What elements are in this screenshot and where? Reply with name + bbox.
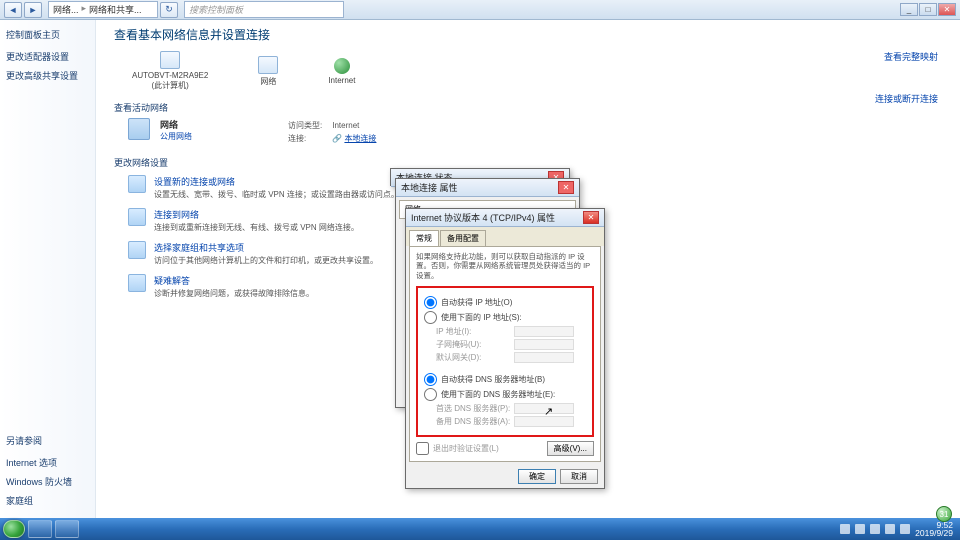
- connection-label: 连接:: [284, 133, 326, 144]
- network-map: AUTOBVT-M2RA9E2 (此计算机) 网络 Internet: [132, 51, 942, 91]
- sidebar: 控制面板主页 更改适配器设置 更改高级共享设置 另请参阅 Internet 选项…: [0, 20, 96, 518]
- sidebar-firewall[interactable]: Windows 防火墙: [6, 475, 89, 488]
- dialog-tcpipv4: Internet 协议版本 4 (TCP/IPv4) 属性 ✕ 常规 备用配置 如…: [405, 208, 605, 489]
- radio-auto-dns[interactable]: [424, 373, 437, 386]
- tray-flag-icon[interactable]: [840, 524, 850, 534]
- active-net-name: 网络: [160, 120, 178, 130]
- dns-alt-input: [514, 416, 574, 427]
- ip-label: IP 地址(I):: [436, 326, 514, 337]
- radio-manual-dns[interactable]: [424, 388, 437, 401]
- page-title: 查看基本网络信息并设置连接: [114, 26, 942, 43]
- active-net-icon: [128, 118, 150, 140]
- radio-manual-dns-label: 使用下面的 DNS 服务器地址(E):: [441, 389, 555, 400]
- troubleshoot-link[interactable]: 疑难解答: [154, 276, 190, 286]
- subnet-input: [514, 339, 574, 350]
- item-desc: 访问位于其他网络计算机上的文件和打印机，或更改共享设置。: [154, 255, 378, 266]
- radio-manual-ip[interactable]: [424, 311, 437, 324]
- crumb-sep-icon: ▸: [82, 3, 87, 16]
- subnet-label: 子网掩码(U):: [436, 339, 514, 350]
- system-tray: 9:52 2019/9/29: [840, 521, 957, 538]
- dialog-properties-title: 本地连接 属性: [401, 181, 458, 194]
- access-type-value: Internet: [328, 120, 380, 131]
- troubleshoot-icon: [128, 274, 146, 292]
- tray-misc-icon[interactable]: [900, 524, 910, 534]
- search-input[interactable]: 搜索控制面板: [184, 1, 344, 18]
- dialog-tcp-title: Internet 协议版本 4 (TCP/IPv4) 属性: [411, 211, 555, 224]
- crumb-net[interactable]: 网络...: [53, 3, 79, 16]
- map-node-internet[interactable]: Internet: [328, 58, 355, 85]
- item-desc: 设置无线、宽带、拨号、临时或 VPN 连接；或设置路由器或访问点。: [154, 189, 399, 200]
- map-node-network[interactable]: 网络: [258, 56, 278, 87]
- active-networks-heading: 查看活动网络: [114, 101, 942, 114]
- validate-checkbox[interactable]: [416, 442, 429, 455]
- nav-back-button[interactable]: ◄: [4, 2, 22, 18]
- clock-date[interactable]: 2019/9/29: [915, 529, 953, 538]
- tray-network-icon[interactable]: [855, 524, 865, 534]
- sidebar-homegroup[interactable]: 家庭组: [6, 494, 89, 507]
- map-node1-label: AUTOBVT-M2RA9E2: [132, 71, 208, 80]
- sidebar-adapter-link[interactable]: 更改适配器设置: [6, 50, 89, 63]
- ok-button[interactable]: 确定: [518, 469, 556, 484]
- taskbar-button-explorer[interactable]: [28, 520, 52, 538]
- notification-badge[interactable]: 31: [936, 506, 952, 522]
- tcp-hint: 如果网络支持此功能，则可以获取自动指派的 IP 设置。否则，你需要从网络系统管理…: [416, 252, 594, 280]
- nav-fwd-button[interactable]: ►: [24, 2, 42, 18]
- connect-icon: [128, 208, 146, 226]
- new-connection-link[interactable]: 设置新的连接或网络: [154, 177, 235, 187]
- gateway-input: [514, 352, 574, 363]
- map-node2-label: 网络: [260, 76, 276, 87]
- see-full-map-link[interactable]: 查看完整映射: [884, 50, 938, 63]
- map-node1-sub: (此计算机): [152, 80, 189, 91]
- radio-auto-dns-label: 自动获得 DNS 服务器地址(B): [441, 374, 545, 385]
- connection-link[interactable]: 本地连接: [344, 134, 376, 143]
- gateway-label: 默认网关(D):: [436, 352, 514, 363]
- item-desc: 连接到或重新连接到无线、有线、拨号或 VPN 网络连接。: [154, 222, 359, 233]
- taskbar: 9:52 2019/9/29: [0, 518, 960, 540]
- tab-alternate[interactable]: 备用配置: [440, 230, 486, 246]
- close-button[interactable]: ✕: [938, 3, 956, 16]
- homegroup-link[interactable]: 选择家庭组和共享选项: [154, 243, 244, 253]
- tab-general[interactable]: 常规: [409, 230, 439, 246]
- sidebar-home-link[interactable]: 控制面板主页: [6, 28, 89, 41]
- sidebar-internet-options[interactable]: Internet 选项: [6, 456, 89, 469]
- radio-auto-ip-label: 自动获得 IP 地址(O): [441, 297, 512, 308]
- access-type-label: 访问类型:: [284, 120, 326, 131]
- window-titlebar: ◄ ► 网络... ▸ 网络和共享... ↻ 搜索控制面板 _ □ ✕: [0, 0, 960, 20]
- active-net-type-link[interactable]: 公用网络: [160, 132, 192, 141]
- connect-network-link[interactable]: 连接到网络: [154, 210, 199, 220]
- minimize-button[interactable]: _: [900, 3, 918, 16]
- item-desc: 诊断并修复网络问题，或获得故障排除信息。: [154, 288, 314, 299]
- breadcrumb[interactable]: 网络... ▸ 网络和共享...: [48, 1, 158, 18]
- dns-pref-input: [514, 403, 574, 414]
- radio-auto-ip[interactable]: [424, 296, 437, 309]
- computer-icon: [160, 51, 180, 69]
- link-icon: 🔗: [332, 134, 342, 143]
- tray-volume-icon[interactable]: [870, 524, 880, 534]
- map-node3-label: Internet: [328, 76, 355, 85]
- refresh-button[interactable]: ↻: [160, 2, 178, 18]
- connect-disconnect-link[interactable]: 连接或断开连接: [875, 92, 938, 105]
- close-icon[interactable]: ✕: [558, 181, 574, 194]
- taskbar-button-app[interactable]: [55, 520, 79, 538]
- crumb-sharing[interactable]: 网络和共享...: [89, 3, 142, 16]
- tray-tool-icon[interactable]: [885, 524, 895, 534]
- close-icon[interactable]: ✕: [583, 211, 599, 224]
- tcp-highlight-box: 自动获得 IP 地址(O) 使用下面的 IP 地址(S): IP 地址(I): …: [416, 286, 594, 437]
- start-button[interactable]: [3, 520, 25, 538]
- map-node-computer[interactable]: AUTOBVT-M2RA9E2 (此计算机): [132, 51, 208, 91]
- globe-icon: [334, 58, 350, 74]
- maximize-button[interactable]: □: [919, 3, 937, 16]
- sidebar-sharing-link[interactable]: 更改高级共享设置: [6, 69, 89, 82]
- new-connection-icon: [128, 175, 146, 193]
- dns-pref-label: 首选 DNS 服务器(P):: [436, 403, 514, 414]
- radio-manual-ip-label: 使用下面的 IP 地址(S):: [441, 312, 522, 323]
- cancel-button[interactable]: 取消: [560, 469, 598, 484]
- dns-alt-label: 备用 DNS 服务器(A):: [436, 416, 514, 427]
- advanced-button[interactable]: 高级(V)...: [547, 441, 594, 456]
- homegroup-icon: [128, 241, 146, 259]
- sidebar-also-heading: 另请参阅: [6, 434, 89, 447]
- network-icon: [258, 56, 278, 74]
- validate-label: 退出时验证设置(L): [433, 443, 499, 454]
- ip-input: [514, 326, 574, 337]
